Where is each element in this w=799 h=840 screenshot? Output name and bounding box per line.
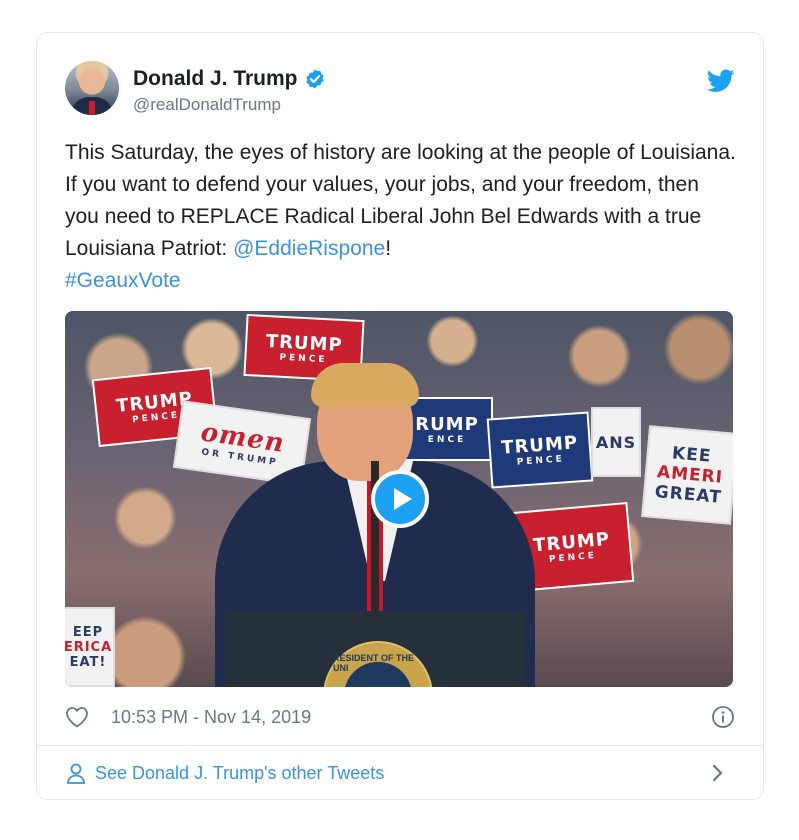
avatar[interactable] [65,61,119,115]
divider [37,745,763,746]
chevron-right-icon[interactable] [711,763,725,783]
embedded-tweet-card: Donald J. Trump @realDonaldTrump This Sa… [36,32,764,800]
fans-sign: ANS [591,407,641,477]
trump-pence-sign: RUMP ENCE [401,397,493,461]
heart-icon[interactable] [65,706,89,728]
speaker-hair [311,363,419,407]
tweet-text-tail: ! [385,237,392,260]
tweet-meta: 10:53 PM - Nov 14, 2019 [65,703,737,731]
play-button[interactable] [371,470,429,528]
hashtag-link[interactable]: #GeauxVote [65,269,181,292]
keep-america-great-sign: KEE AMERI GREAT [641,425,733,525]
keep-america-great-sign-left: EEP ERICA EAT! [65,607,115,687]
info-icon[interactable] [711,705,735,729]
video-thumbnail[interactable]: TRUMP PENCE TRUMP PENCE omen OR TRUMP RU… [65,311,733,687]
person-icon [67,763,85,784]
verified-badge-icon [305,69,324,89]
tweet-timestamp[interactable]: 10:53 PM - Nov 14, 2019 [111,707,311,728]
see-other-tweets-link[interactable]: See Donald J. Trump's other Tweets [95,763,384,784]
tweet-footer: See Donald J. Trump's other Tweets [65,757,737,789]
tweet-text-body: This Saturday, the eyes of history are l… [65,141,736,260]
author-name[interactable]: Donald J. Trump [133,67,298,91]
mention-link[interactable]: @EddieRispone [233,237,385,260]
tweet-text: This Saturday, the eyes of history are l… [65,137,737,297]
author-handle[interactable]: @realDonaldTrump [133,95,281,115]
tweet-header: Donald J. Trump @realDonaldTrump [65,61,737,121]
trump-pence-sign: TRUMP PENCE [486,411,594,489]
twitter-bird-icon[interactable] [707,69,735,93]
play-icon [393,488,412,510]
author-name-row: Donald J. Trump [133,67,326,91]
